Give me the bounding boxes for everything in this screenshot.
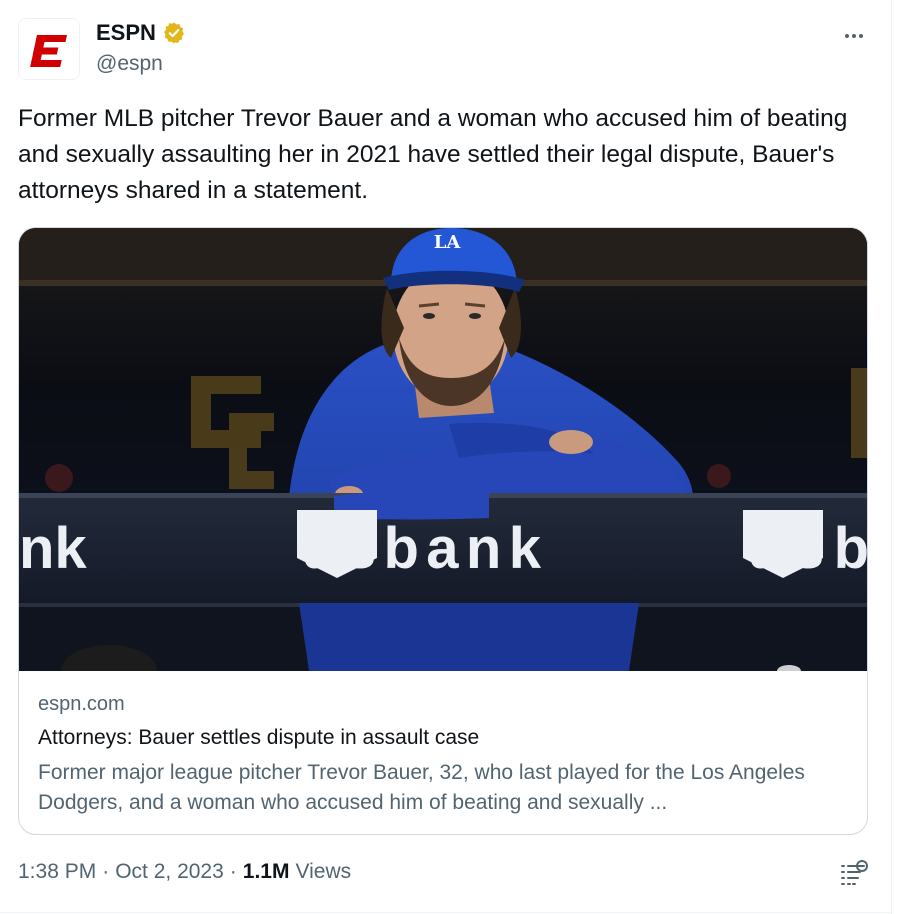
meta-separator: · (229, 860, 237, 883)
meta-separator: · (102, 860, 110, 883)
card-domain[interactable]: espn.com (38, 693, 125, 716)
baseball-dugout-photo: LA nk usbank usb (19, 228, 868, 671)
verified-badge-icon (163, 22, 184, 44)
espn-logo-icon (19, 19, 79, 79)
card-description: Former major league pitcher Trevor Bauer… (38, 761, 805, 814)
views-count: 1.1M (242, 860, 290, 883)
dot (845, 34, 849, 38)
dot (859, 34, 863, 38)
author-name-row[interactable]: ESPN (96, 20, 186, 46)
author-display-name[interactable]: ESPN (96, 20, 156, 46)
author-avatar[interactable] (18, 18, 80, 80)
signage-left: nk (19, 516, 87, 581)
tweet-bottom-border (0, 912, 892, 913)
tweet-date[interactable]: Oct 2, 2023 (115, 860, 224, 884)
tweet-time[interactable]: 1:38 PM (18, 860, 96, 884)
column-right-border (891, 0, 892, 914)
more-options-icon[interactable] (838, 24, 870, 48)
tweet-text: Former MLB pitcher Trevor Bauer and a wo… (18, 105, 848, 204)
tweet-meta: 1:38 PM · Oct 2, 2023 · 1.1M Views (18, 860, 351, 884)
dot (852, 34, 856, 38)
svg-text:LA: LA (434, 232, 462, 253)
signage-right: usb (747, 516, 868, 581)
post-analytics-icon[interactable] (838, 858, 870, 890)
card-image[interactable]: LA nk usbank usb (19, 228, 868, 671)
views-label: Views (295, 860, 352, 883)
author-handle[interactable]: @espn (96, 52, 163, 76)
link-preview-card[interactable]: LA nk usbank usb espn.com Attorneys: Bau… (18, 227, 868, 835)
card-title[interactable]: Attorneys: Bauer settles dispute in assa… (38, 726, 479, 750)
